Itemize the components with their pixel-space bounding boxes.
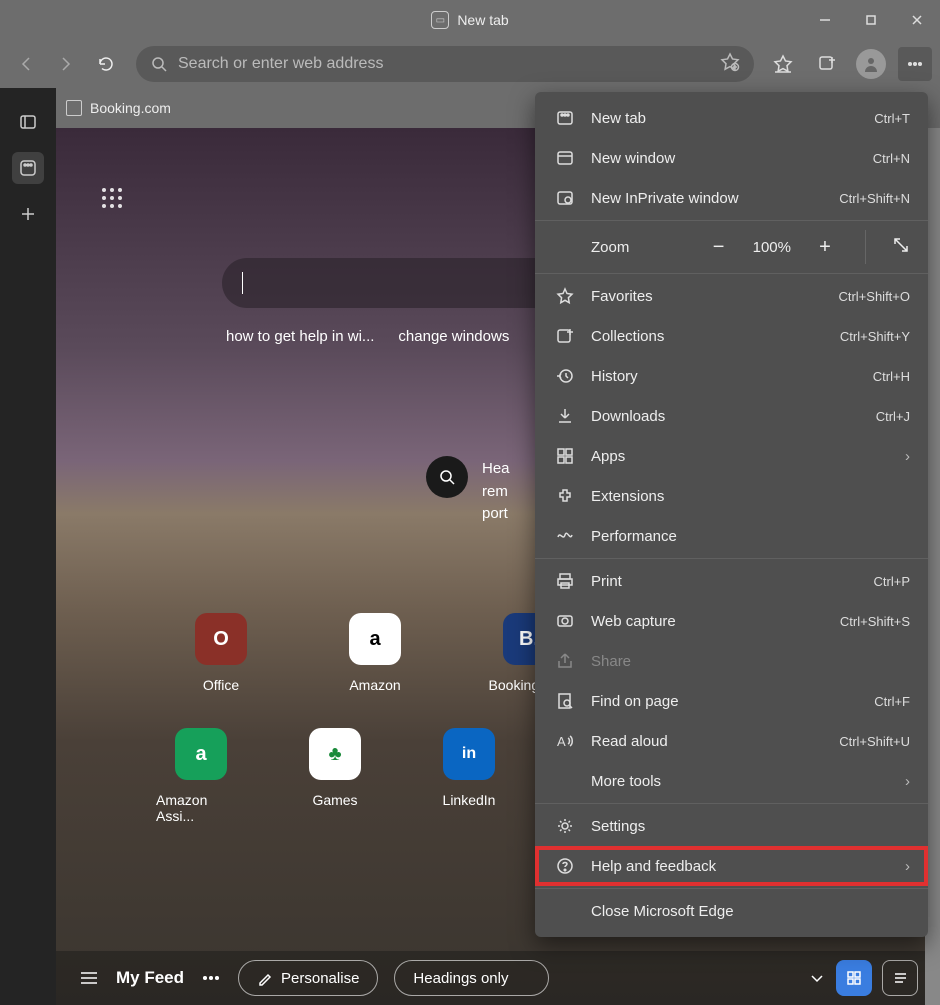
window-title: New tab bbox=[457, 12, 508, 28]
more-icon[interactable] bbox=[200, 967, 222, 989]
profile-button[interactable] bbox=[854, 47, 888, 81]
more-tools-button[interactable] bbox=[898, 47, 932, 81]
menu-collections[interactable]: CollectionsCtrl+Shift+Y bbox=[535, 316, 928, 356]
suggestion-item[interactable]: how to get help in wi... bbox=[226, 328, 374, 345]
menu-extensions[interactable]: Extensions bbox=[535, 476, 928, 516]
title-bar: ▭ New tab bbox=[0, 0, 940, 40]
personalise-button[interactable]: Personalise bbox=[238, 960, 378, 996]
tab-label: Booking.com bbox=[90, 100, 171, 116]
menu-help-feedback[interactable]: Help and feedback› bbox=[535, 846, 928, 886]
feed-label: My Feed bbox=[116, 968, 184, 988]
menu-more-tools[interactable]: More tools› bbox=[535, 761, 928, 801]
close-button[interactable] bbox=[894, 0, 940, 40]
refresh-button[interactable] bbox=[88, 46, 124, 82]
new-tab-button[interactable] bbox=[12, 198, 44, 230]
menu-performance[interactable]: Performance bbox=[535, 516, 928, 556]
quick-links-row: OOffice aAmazon B.Booking.com bbox=[176, 613, 574, 693]
pencil-icon bbox=[257, 970, 273, 986]
hamburger-icon[interactable] bbox=[78, 967, 100, 989]
tile-amazon-assistant[interactable]: aAmazon Assi... bbox=[156, 728, 246, 824]
search-suggestions: how to get help in wi... change windows bbox=[226, 328, 509, 345]
menu-apps[interactable]: Apps› bbox=[535, 436, 928, 476]
ntp-search-box[interactable] bbox=[222, 258, 580, 308]
zoom-out-button[interactable]: − bbox=[705, 236, 733, 259]
tile-linkedin[interactable]: inLinkedIn bbox=[424, 728, 514, 824]
menu-new-inprivate[interactable]: New InPrivate windowCtrl+Shift+N bbox=[535, 178, 928, 218]
toolbar: Search or enter web address bbox=[0, 40, 940, 88]
tab-booking[interactable]: Booking.com bbox=[66, 100, 171, 116]
vertical-tab-sidebar bbox=[0, 88, 56, 1005]
collections-button[interactable] bbox=[810, 47, 844, 81]
page-settings-button[interactable] bbox=[102, 188, 126, 212]
svg-text:A: A bbox=[557, 734, 566, 749]
menu-close-edge[interactable]: Close Microsoft Edge bbox=[535, 891, 928, 931]
menu-favorites[interactable]: FavoritesCtrl+Shift+O bbox=[535, 276, 928, 316]
list-view-button[interactable] bbox=[882, 960, 918, 996]
menu-share: Share bbox=[535, 641, 928, 681]
settings-menu: New tabCtrl+T New windowCtrl+N New InPri… bbox=[535, 92, 928, 937]
chevron-down-icon[interactable] bbox=[808, 969, 826, 987]
feed-toolbar: My Feed Personalise Headings only bbox=[56, 951, 940, 1005]
chevron-right-icon: › bbox=[905, 858, 910, 875]
quick-links-row-2: aAmazon Assi... ♣Games inLinkedIn bbox=[156, 728, 514, 824]
chevron-right-icon: › bbox=[905, 448, 910, 465]
current-tab-button[interactable] bbox=[12, 152, 44, 184]
layout-dropdown[interactable]: Headings only bbox=[394, 960, 549, 996]
fullscreen-button[interactable] bbox=[892, 236, 910, 259]
menu-history[interactable]: HistoryCtrl+H bbox=[535, 356, 928, 396]
menu-find[interactable]: Find on pageCtrl+F bbox=[535, 681, 928, 721]
menu-print[interactable]: PrintCtrl+P bbox=[535, 561, 928, 601]
forward-button[interactable] bbox=[48, 46, 84, 82]
search-icon bbox=[150, 55, 168, 73]
menu-web-capture[interactable]: Web captureCtrl+Shift+S bbox=[535, 601, 928, 641]
address-bar[interactable]: Search or enter web address bbox=[136, 46, 754, 82]
minimize-button[interactable] bbox=[802, 0, 848, 40]
menu-downloads[interactable]: DownloadsCtrl+J bbox=[535, 396, 928, 436]
menu-settings[interactable]: Settings bbox=[535, 806, 928, 846]
menu-read-aloud[interactable]: ARead aloudCtrl+Shift+U bbox=[535, 721, 928, 761]
maximize-button[interactable] bbox=[848, 0, 894, 40]
news-headline[interactable]: Hearemport bbox=[482, 458, 510, 526]
page-icon bbox=[66, 100, 82, 116]
favorite-star-icon[interactable] bbox=[720, 52, 740, 77]
chevron-right-icon: › bbox=[905, 773, 910, 790]
omnibox-placeholder: Search or enter web address bbox=[178, 55, 383, 73]
tab-actions-button[interactable] bbox=[12, 106, 44, 138]
tile-games[interactable]: ♣Games bbox=[290, 728, 380, 824]
zoom-value: 100% bbox=[753, 239, 791, 256]
favorites-button[interactable] bbox=[766, 47, 800, 81]
menu-new-window[interactable]: New windowCtrl+N bbox=[535, 138, 928, 178]
grid-view-button[interactable] bbox=[836, 960, 872, 996]
suggestion-item[interactable]: change windows bbox=[398, 328, 509, 345]
menu-zoom: Zoom − 100% + bbox=[535, 223, 928, 271]
app-icon: ▭ bbox=[431, 11, 449, 29]
zoom-in-button[interactable]: + bbox=[811, 236, 839, 259]
tile-amazon[interactable]: aAmazon bbox=[330, 613, 420, 693]
back-button[interactable] bbox=[8, 46, 44, 82]
menu-new-tab[interactable]: New tabCtrl+T bbox=[535, 98, 928, 138]
news-search-icon[interactable] bbox=[426, 456, 468, 498]
tile-office[interactable]: OOffice bbox=[176, 613, 266, 693]
